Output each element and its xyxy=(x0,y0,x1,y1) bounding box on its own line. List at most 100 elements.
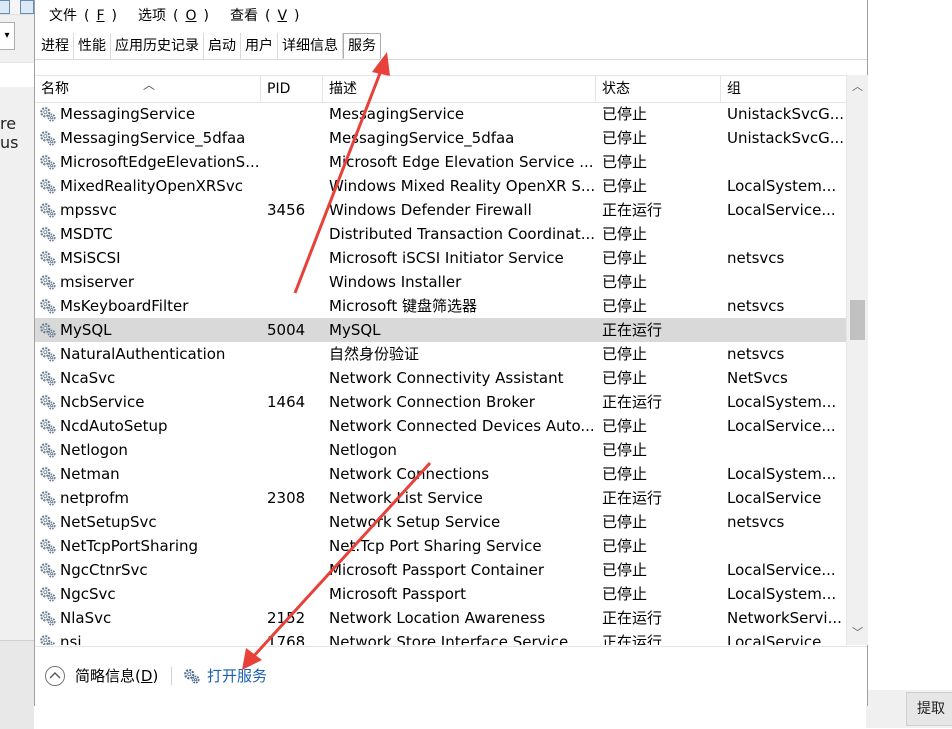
service-name-cell: NetSetupSvc xyxy=(35,510,261,534)
open-services-link[interactable]: 打开服务 xyxy=(183,665,267,686)
service-status-cell: 正在运行 xyxy=(596,318,721,342)
service-status-cell: 已停止 xyxy=(596,342,721,366)
table-row[interactable]: NcdAutoSetupNetwork Connected Devices Au… xyxy=(35,414,846,438)
table-row[interactable]: NgcCtnrSvcMicrosoft Passport Container已停… xyxy=(35,558,846,582)
service-pid-cell: 5004 xyxy=(261,318,323,342)
tab-strip-filler xyxy=(381,33,867,59)
table-row[interactable]: NcbService1464Network Connection Broker正… xyxy=(35,390,846,414)
service-name-label: MySQL xyxy=(60,321,112,339)
tab-strip: 进程性能应用历史记录启动用户详细信息服务 xyxy=(35,33,867,60)
gear-icon xyxy=(183,667,201,685)
menu-item-0[interactable]: 文件(F) xyxy=(35,4,124,28)
service-description-cell: Network Connectivity Assistant xyxy=(323,366,596,390)
fewer-details-button[interactable]: 简略信息(D) xyxy=(45,665,158,686)
service-status-cell: 已停止 xyxy=(596,366,721,390)
service-gear-icon xyxy=(39,249,57,267)
vertical-scrollbar[interactable]: ︿ ﹀ xyxy=(846,75,868,645)
menu-item-1[interactable]: 选项(O) xyxy=(124,4,216,28)
service-group-cell: LocalService... xyxy=(721,558,846,582)
service-name-label: NcaSvc xyxy=(60,369,115,387)
service-status-cell: 已停止 xyxy=(596,102,721,126)
service-group-cell: LocalSystem... xyxy=(721,390,846,414)
table-row[interactable]: nsi1768Network Store Interface Service正在… xyxy=(35,630,846,645)
service-pid-cell xyxy=(261,102,323,126)
tab-5[interactable]: 详细信息 xyxy=(278,33,343,59)
service-gear-icon xyxy=(39,465,57,483)
table-row[interactable]: mpssvc3456Windows Defender Firewall正在运行L… xyxy=(35,198,846,222)
service-status-cell: 已停止 xyxy=(596,582,721,606)
service-gear-icon xyxy=(39,153,57,171)
background-bottom-bar xyxy=(0,640,34,729)
extract-button[interactable]: 提取 xyxy=(906,692,952,726)
scroll-up-icon[interactable]: ︿ xyxy=(847,77,868,97)
column-header-description[interactable]: 描述 xyxy=(323,76,596,102)
table-row[interactable]: NetSetupSvcNetwork Setup Service已停止netsv… xyxy=(35,510,846,534)
table-row[interactable]: netprofm2308Network List Service正在运行Loca… xyxy=(35,486,846,510)
fewer-details-accesskey: D xyxy=(141,667,153,685)
table-row[interactable]: MSDTCDistributed Transaction Coordinat..… xyxy=(35,222,846,246)
tab-3[interactable]: 启动 xyxy=(204,33,241,59)
service-group-cell xyxy=(721,534,846,558)
table-row[interactable]: msiserver Windows Installer已停止 xyxy=(35,270,846,294)
tab-0[interactable]: 进程 xyxy=(37,33,74,59)
service-name-label: NetTcpPortSharing xyxy=(60,537,198,555)
fewer-details-label: 简略信息 xyxy=(75,665,135,686)
tab-6[interactable]: 服务 xyxy=(343,33,381,59)
service-description-cell: Windows Installer xyxy=(323,270,596,294)
background-dropdown[interactable]: ▾ xyxy=(0,22,15,50)
service-gear-icon xyxy=(39,633,57,645)
column-header-group[interactable]: 组 xyxy=(721,76,846,102)
menu-item-2[interactable]: 查看(V) xyxy=(216,4,307,28)
table-row[interactable]: NaturalAuthentication自然身份验证已停止netsvcs xyxy=(35,342,846,366)
scroll-down-icon[interactable]: ﹀ xyxy=(847,623,868,643)
table-row[interactable]: MixedRealityOpenXRSvcWindows Mixed Reali… xyxy=(35,174,846,198)
service-status-cell: 已停止 xyxy=(596,270,721,294)
service-description-cell: Microsoft 键盘筛选器 xyxy=(323,294,596,318)
service-name-cell: MessagingService_5dfaa xyxy=(35,126,261,150)
column-header-pid[interactable]: PID xyxy=(261,76,323,102)
service-group-cell xyxy=(721,222,846,246)
tab-2[interactable]: 应用历史记录 xyxy=(111,33,204,59)
table-row[interactable]: NgcSvcMicrosoft Passport已停止LocalSystem..… xyxy=(35,582,846,606)
column-header-name[interactable]: 名称︿ xyxy=(35,76,261,102)
scrollbar-thumb[interactable] xyxy=(850,300,865,340)
table-row[interactable]: NlaSvc2152Network Location Awareness正在运行… xyxy=(35,606,846,630)
table-row[interactable]: MSiSCSIMicrosoft iSCSI Initiator Service… xyxy=(35,246,846,270)
tab-1[interactable]: 性能 xyxy=(74,33,111,59)
table-body: MessagingServiceMessagingService已停止Unist… xyxy=(35,102,846,645)
table-row[interactable]: NetmanNetwork Connections已停止LocalSystem.… xyxy=(35,462,846,486)
table-row[interactable]: MessagingService_5dfaa MessagingService_5… xyxy=(35,126,846,150)
service-group-cell xyxy=(721,270,846,294)
service-description-cell: Windows Defender Firewall xyxy=(323,198,596,222)
service-name-cell: MySQL xyxy=(35,318,261,342)
service-pid-cell: 1464 xyxy=(261,390,323,414)
tab-4[interactable]: 用户 xyxy=(241,33,278,59)
service-description-cell: MessagingService_5dfaa xyxy=(323,126,596,150)
table-row[interactable]: MessagingServiceMessagingService已停止Unist… xyxy=(35,102,846,126)
table-row[interactable]: MySQL5004MySQL正在运行 xyxy=(35,318,846,342)
service-name-label: msiserver xyxy=(60,273,134,291)
table-row[interactable]: NcaSvcNetwork Connectivity Assistant已停止N… xyxy=(35,366,846,390)
service-name-label: NcbService xyxy=(60,393,144,411)
service-name-label: MSiSCSI xyxy=(60,249,121,267)
service-group-cell: netsvcs xyxy=(721,294,846,318)
service-gear-icon xyxy=(39,513,57,531)
service-status-cell: 已停止 xyxy=(596,462,721,486)
service-name-label: MessagingService_5dfaa xyxy=(60,129,245,147)
service-name-cell: NgcCtnrSvc xyxy=(35,558,261,582)
service-group-cell: UnistackSvcG... xyxy=(721,126,846,150)
service-name-cell: NgcSvc xyxy=(35,582,261,606)
service-status-cell: 已停止 xyxy=(596,150,721,174)
table-row[interactable]: NetlogonNetlogon已停止 xyxy=(35,438,846,462)
service-gear-icon xyxy=(39,321,57,339)
background-titlebar xyxy=(0,0,34,15)
service-status-cell: 已停止 xyxy=(596,438,721,462)
background-window-left: ▾ re us xyxy=(0,0,34,728)
table-row[interactable]: MsKeyboardFilterMicrosoft 键盘筛选器已停止netsvc… xyxy=(35,294,846,318)
service-description-cell: Network Location Awareness xyxy=(323,606,596,630)
column-header-status[interactable]: 状态 xyxy=(596,76,721,102)
table-row[interactable]: MicrosoftEdgeElevationS...Microsoft Edge… xyxy=(35,150,846,174)
table-row[interactable]: NetTcpPortSharingNet.Tcp Port Sharing Se… xyxy=(35,534,846,558)
service-status-cell: 已停止 xyxy=(596,510,721,534)
service-name-cell: NcaSvc xyxy=(35,366,261,390)
